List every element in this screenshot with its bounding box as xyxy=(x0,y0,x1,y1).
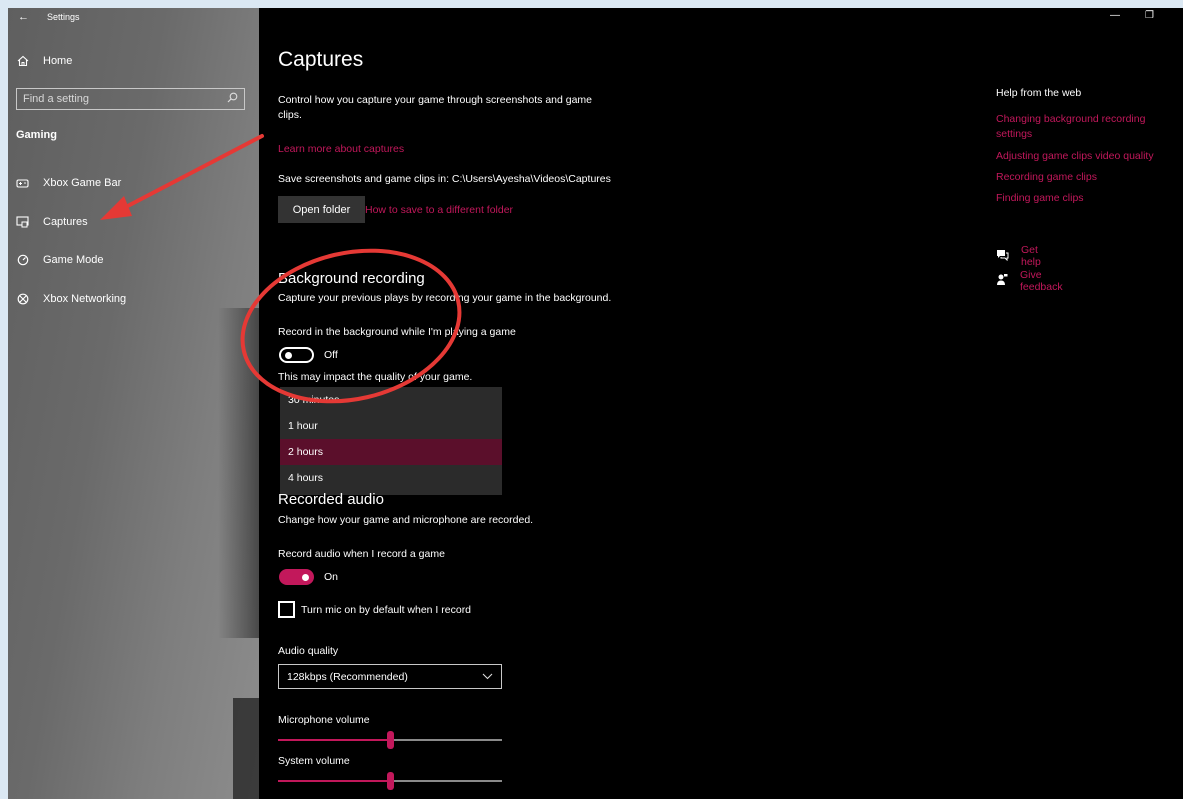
save-path-text: Save screenshots and game clips in: C:\U… xyxy=(278,173,611,185)
game-mode-icon xyxy=(16,254,29,267)
help-link-video-quality[interactable]: Adjusting game clips video quality xyxy=(996,149,1172,164)
search-icon xyxy=(227,92,238,106)
help-link-background-recording[interactable]: Changing background recording settings xyxy=(996,112,1172,142)
search-input[interactable]: Find a setting xyxy=(16,88,245,110)
background-recording-state: Off xyxy=(324,349,338,361)
settings-window: ← Settings Home Find a setting Gaming Xb… xyxy=(8,8,1183,799)
slider-fill xyxy=(278,739,390,741)
restore-button[interactable]: ❐ xyxy=(1145,10,1154,21)
give-feedback-link[interactable]: Give feedback xyxy=(996,269,1064,293)
background-recording-desc: Capture your previous plays by recording… xyxy=(278,292,612,304)
get-help-link[interactable]: Get help xyxy=(996,244,1041,268)
help-link-recording-clips[interactable]: Recording game clips xyxy=(996,170,1172,185)
audio-quality-label: Audio quality xyxy=(278,645,339,657)
dropdown-option[interactable]: 1 hour xyxy=(280,413,502,439)
sidebar-item-xbox-game-bar[interactable]: Xbox Game Bar xyxy=(16,173,121,193)
learn-more-link[interactable]: Learn more about captures xyxy=(278,143,404,155)
record-audio-state: On xyxy=(324,571,339,583)
how-to-save-link[interactable]: How to save to a different folder xyxy=(365,204,513,216)
sidebar: ← Settings Home Find a setting Gaming Xb… xyxy=(8,8,259,799)
back-arrow-icon[interactable]: ← xyxy=(18,11,29,23)
dropdown-option-selected[interactable]: 2 hours xyxy=(280,439,502,465)
background-recording-toggle-label: Record in the background while I'm playi… xyxy=(278,326,516,338)
slider-thumb[interactable] xyxy=(386,772,394,790)
audio-quality-value: 128kbps (Recommended) xyxy=(287,670,408,683)
chevron-down-icon xyxy=(482,671,493,683)
window-title: Settings xyxy=(47,12,80,22)
microphone-volume-slider[interactable] xyxy=(278,731,502,749)
sidebar-item-label: Xbox Game Bar xyxy=(43,177,122,189)
quality-impact-text: This may impact the quality of your game… xyxy=(278,371,473,383)
dropdown-option[interactable]: 30 minutes xyxy=(280,387,502,413)
record-audio-toggle-label: Record audio when I record a game xyxy=(278,548,445,560)
slider-thumb[interactable] xyxy=(386,731,394,749)
sidebar-item-xbox-networking[interactable]: Xbox Networking xyxy=(16,289,126,309)
record-audio-toggle[interactable] xyxy=(279,569,314,585)
search-placeholder: Find a setting xyxy=(23,93,90,105)
slider-fill xyxy=(278,780,390,782)
chat-help-icon xyxy=(996,249,1009,264)
game-bar-icon xyxy=(16,177,29,190)
give-feedback-label: Give feedback xyxy=(1020,269,1063,293)
mic-default-checkbox[interactable] xyxy=(278,601,295,618)
background-recording-toggle[interactable] xyxy=(279,347,314,363)
record-length-dropdown-list[interactable]: 30 minutes 1 hour 2 hours 4 hours xyxy=(280,387,502,495)
title-bar: ← Settings xyxy=(8,8,80,26)
xbox-icon xyxy=(16,293,29,306)
sidebar-item-home[interactable]: Home xyxy=(16,51,72,71)
page-title: Captures xyxy=(278,48,364,71)
mic-default-label: Turn mic on by default when I record xyxy=(301,604,472,616)
microphone-volume-label: Microphone volume xyxy=(278,714,370,726)
system-volume-slider[interactable] xyxy=(278,772,502,790)
recorded-audio-desc: Change how your game and microphone are … xyxy=(278,514,534,526)
intro-text-line1: Control how you capture your game throug… xyxy=(278,94,593,106)
get-help-label: Get help xyxy=(1021,244,1041,268)
home-icon xyxy=(16,55,29,68)
open-folder-button[interactable]: Open folder xyxy=(278,196,365,223)
system-volume-label: System volume xyxy=(278,755,350,767)
section-label-gaming: Gaming xyxy=(16,129,57,141)
feedback-person-icon xyxy=(996,273,1008,289)
help-title: Help from the web xyxy=(996,87,1082,99)
minimize-button[interactable]: — xyxy=(1110,10,1120,21)
help-link-finding-clips[interactable]: Finding game clips xyxy=(996,191,1172,206)
captures-icon xyxy=(16,216,29,229)
sidebar-item-label: Xbox Networking xyxy=(43,293,127,305)
background-recording-heading: Background recording xyxy=(278,270,425,287)
sidebar-item-game-mode[interactable]: Game Mode xyxy=(16,250,104,270)
sidebar-item-label: Game Mode xyxy=(43,254,104,266)
dropdown-option[interactable]: 4 hours xyxy=(280,465,502,491)
sidebar-item-captures[interactable]: Captures xyxy=(16,212,88,232)
sidebar-item-label: Captures xyxy=(43,216,88,228)
intro-text-line2: clips. xyxy=(278,109,302,121)
recorded-audio-heading: Recorded audio xyxy=(278,491,384,508)
sidebar-item-label: Home xyxy=(43,55,73,67)
audio-quality-select[interactable]: 128kbps (Recommended) xyxy=(278,664,502,689)
